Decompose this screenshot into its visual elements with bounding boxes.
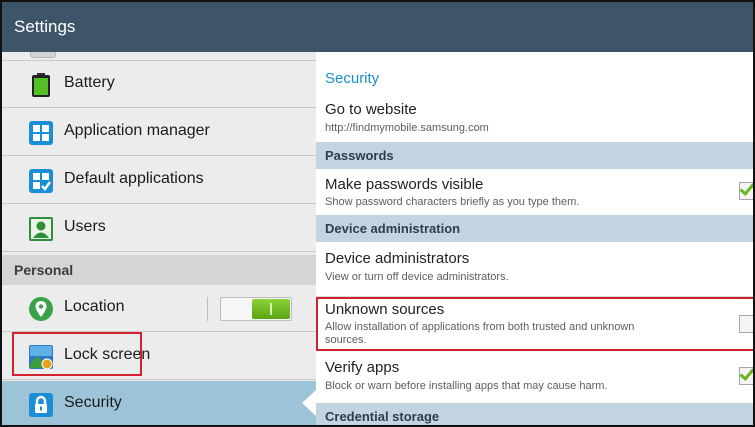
users-icon xyxy=(29,217,53,241)
make-passwords-visible-subtitle: Show password characters briefly as you … xyxy=(325,196,580,208)
padlock-icon xyxy=(29,393,53,417)
sidebar-item-location[interactable]: Location xyxy=(2,285,316,332)
toggle-knob xyxy=(252,299,290,319)
previous-item-icon xyxy=(30,52,56,58)
sidebar-item-label: Default applications xyxy=(64,170,204,187)
security-highlight-box xyxy=(12,332,142,376)
section-header-label: Personal xyxy=(14,262,74,278)
go-to-website-item[interactable]: Go to website http://findmymobile.samsun… xyxy=(316,94,753,144)
section-header-passwords: Passwords xyxy=(316,142,753,169)
location-pin-icon xyxy=(29,297,53,321)
checkmark-icon xyxy=(739,365,753,381)
device-administrators-item[interactable]: Device administrators View or turn off d… xyxy=(316,242,753,297)
app-title: Settings xyxy=(14,17,76,36)
unknown-sources-highlight-box xyxy=(316,297,753,351)
sidebar-item-label: Battery xyxy=(64,74,115,91)
sidebar-item-security[interactable]: Security xyxy=(2,381,316,425)
title-bar: Settings xyxy=(2,2,753,52)
location-toggle[interactable] xyxy=(220,297,292,321)
application-manager-icon xyxy=(29,121,53,145)
make-passwords-visible-checkbox[interactable] xyxy=(739,180,753,200)
security-panel: Security Go to website http://findmymobi… xyxy=(316,52,753,425)
go-to-website-title: Go to website xyxy=(325,101,417,118)
selection-pointer xyxy=(302,390,316,416)
verify-apps-title: Verify apps xyxy=(325,359,400,376)
verify-apps-checkbox[interactable] xyxy=(739,365,753,385)
section-header-label: Credential storage xyxy=(325,409,440,424)
sidebar-item-label: Security xyxy=(64,394,122,411)
section-header-personal: Personal xyxy=(2,255,316,285)
section-header-label: Passwords xyxy=(325,148,394,163)
default-applications-icon xyxy=(29,169,53,193)
make-passwords-visible-title: Make passwords visible xyxy=(325,176,484,193)
go-to-website-url: http://findmymobile.samsung.com xyxy=(325,122,489,134)
sidebar-item-users[interactable]: Users xyxy=(2,205,316,252)
sidebar-item-label: Application manager xyxy=(64,122,210,139)
verify-apps-subtitle: Block or warn before installing apps tha… xyxy=(325,380,608,392)
device-administrators-subtitle: View or turn off device administrators. xyxy=(325,271,509,283)
sidebar-item-label: Location xyxy=(64,298,125,315)
section-header-label: Device administration xyxy=(325,221,461,236)
make-passwords-visible-item[interactable]: Make passwords visible Show password cha… xyxy=(316,169,753,215)
panel-title: Security xyxy=(325,70,380,87)
checkmark-icon xyxy=(739,180,753,196)
sidebar-item-application-manager[interactable]: Application manager xyxy=(2,109,316,156)
previous-item-stub xyxy=(2,52,316,61)
sidebar-item-label: Users xyxy=(64,218,106,235)
section-header-device-administration: Device administration xyxy=(316,215,753,242)
toggle-divider xyxy=(207,297,208,321)
section-header-credential-storage: Credential storage xyxy=(316,403,753,425)
screenshot-frame: Settings Battery Application manager Def… xyxy=(0,0,755,427)
verify-apps-item[interactable]: Verify apps Block or warn before install… xyxy=(316,351,753,403)
device-administrators-title: Device administrators xyxy=(325,250,470,267)
sidebar-item-default-applications[interactable]: Default applications xyxy=(2,157,316,204)
battery-icon xyxy=(32,73,50,97)
sidebar-item-battery[interactable]: Battery xyxy=(2,61,316,108)
